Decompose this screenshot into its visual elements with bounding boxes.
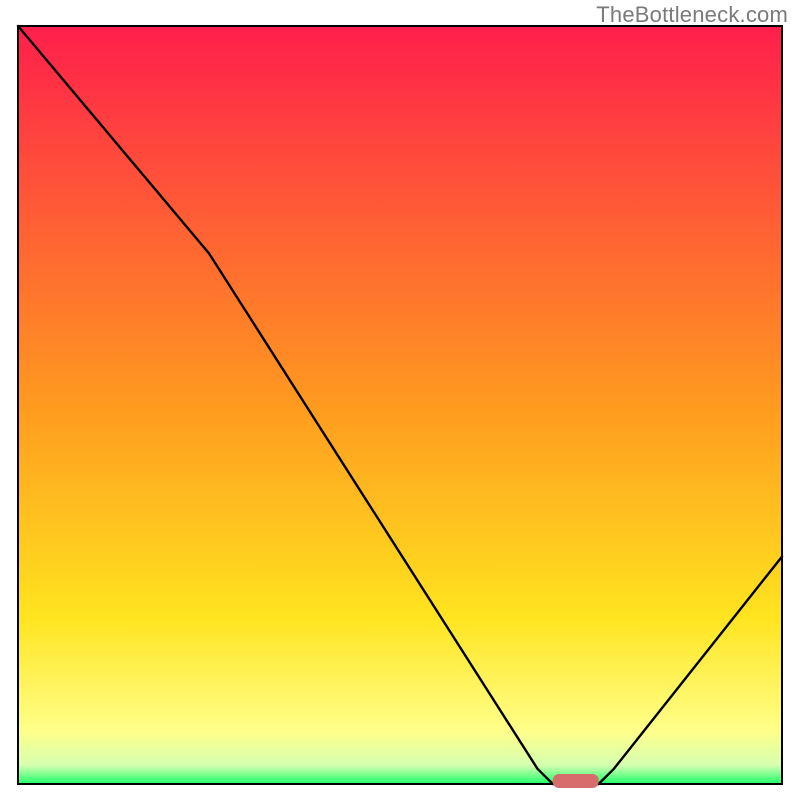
bottleneck-chart: TheBottleneck.com [0, 0, 800, 800]
chart-svg [0, 0, 800, 800]
sweet-spot-marker [553, 774, 599, 788]
watermark-label: TheBottleneck.com [596, 2, 788, 28]
plot-background [18, 26, 782, 784]
plot-area [18, 26, 782, 788]
